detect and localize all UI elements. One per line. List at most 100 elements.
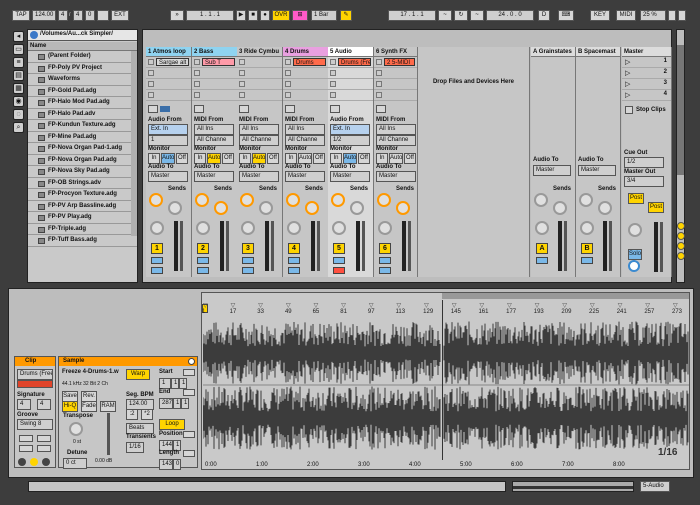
metronome-button[interactable] <box>97 10 109 21</box>
clip-slot[interactable] <box>374 79 417 90</box>
clip-stop-button[interactable] <box>285 92 291 98</box>
clip-stop-button[interactable] <box>148 59 154 65</box>
clip-slot[interactable] <box>146 90 191 101</box>
clip-stop-button[interactable] <box>330 59 336 65</box>
return-send-a-knob[interactable] <box>534 193 548 207</box>
punch-in-icon[interactable]: ~ <box>438 10 452 21</box>
scene-launch-icon[interactable]: ▷ <box>625 80 630 88</box>
monitor-auto-button[interactable]: Auto <box>161 153 175 164</box>
input-type-select[interactable]: All Ins <box>376 124 416 135</box>
input-type-select[interactable]: Ext. In <box>330 124 370 135</box>
clip-slot[interactable]: Drums <box>283 57 328 68</box>
send-a-knob[interactable] <box>195 193 209 207</box>
arm-button[interactable] <box>333 267 345 274</box>
midi-map-button[interactable]: MIDI <box>616 10 636 21</box>
browser-item[interactable]: FP-Nova Organ Pad.adg <box>28 155 137 166</box>
overdub-button[interactable]: OVR <box>272 10 290 21</box>
input-channel-select[interactable]: All Channe <box>376 135 416 146</box>
clip-stop-button[interactable] <box>194 70 200 76</box>
monitor-in-button[interactable]: In <box>239 153 251 164</box>
track-activator-button[interactable]: 1 <box>151 243 163 254</box>
track-header[interactable]: 1 Atmos loop <box>146 47 191 57</box>
hiq-button[interactable]: Hi-Q <box>62 401 78 412</box>
output-select[interactable]: Master <box>285 171 325 182</box>
clip-slot[interactable] <box>283 68 328 79</box>
loop-button[interactable]: Loop <box>159 419 185 430</box>
volume-fader[interactable] <box>311 221 315 271</box>
return-track-header[interactable]: A Grainstates <box>531 47 575 57</box>
output-select[interactable]: Master <box>148 171 188 182</box>
input-channel-select[interactable]: All Channe <box>285 135 325 146</box>
ext-sync-button[interactable]: EXT <box>111 10 129 21</box>
browser-column-header[interactable]: Name <box>28 42 137 51</box>
output-select[interactable]: Master <box>239 171 279 182</box>
track-stop-button[interactable] <box>376 105 386 113</box>
monitor-auto-button[interactable]: Auto <box>298 153 312 164</box>
pan-knob[interactable] <box>332 221 346 235</box>
monitor-auto-button[interactable]: Auto <box>389 153 403 164</box>
clip-slot[interactable] <box>328 68 373 79</box>
return-track-header[interactable]: B Spacemast <box>576 47 620 57</box>
time-sig-denominator[interactable]: 4 <box>73 10 83 21</box>
clip-slot[interactable] <box>237 57 282 68</box>
warp-button[interactable]: Warp <box>126 369 150 380</box>
loop-brace[interactable] <box>442 293 689 299</box>
clip-slot[interactable] <box>237 68 282 79</box>
clip-slot[interactable] <box>192 68 237 79</box>
clip[interactable]: Sargae alt <box>156 58 189 66</box>
clip-nudge-back[interactable] <box>19 435 33 442</box>
search-icon[interactable]: ⌕ <box>13 122 24 133</box>
return-volume-fader[interactable] <box>558 221 562 271</box>
arm-button[interactable] <box>242 267 254 274</box>
return-volume-fader[interactable] <box>603 221 607 271</box>
output-select[interactable]: Master <box>330 171 370 182</box>
browser-item[interactable]: FP-PV Arp Bassline.adg <box>28 201 137 212</box>
send-a-knob[interactable] <box>377 193 391 207</box>
pan-knob[interactable] <box>241 221 255 235</box>
monitor-in-button[interactable]: In <box>194 153 206 164</box>
monitor-off-button[interactable]: Off <box>267 153 279 164</box>
track-header[interactable]: 5 Audio <box>328 47 373 57</box>
track-stop-button[interactable] <box>239 105 249 113</box>
track-activator-button[interactable]: 4 <box>288 243 300 254</box>
send-b-knob[interactable] <box>214 201 228 215</box>
return-solo-button[interactable] <box>536 257 548 264</box>
start-sixteenth[interactable]: 1 <box>179 378 187 389</box>
clip-slot[interactable]: Sargae alt <box>146 57 191 68</box>
clip-slot[interactable] <box>192 79 237 90</box>
volume-fader[interactable] <box>265 221 269 271</box>
arm-button[interactable] <box>379 267 391 274</box>
places-icon[interactable]: ▦ <box>13 83 24 94</box>
track-stop-button[interactable] <box>285 105 295 113</box>
drop-area[interactable]: Drop Files and Devices Here <box>418 47 530 277</box>
clip-slot[interactable] <box>328 79 373 90</box>
plugins-icon[interactable]: ▤ <box>13 70 24 81</box>
clip-stop-button[interactable] <box>330 70 336 76</box>
monitor-in-button[interactable]: In <box>148 153 160 164</box>
master-volume-fader[interactable] <box>654 222 658 272</box>
browser-item[interactable]: FP-Halo Mod Pad.adg <box>28 97 137 109</box>
play-icon[interactable]: ▶ <box>236 10 246 21</box>
groove-select[interactable]: Swing 8 <box>17 419 53 430</box>
loop-start-field[interactable]: 17 . 1 . 1 <box>388 10 436 21</box>
track-stop-button[interactable] <box>194 105 204 113</box>
send-b-knob[interactable] <box>168 201 182 215</box>
fade-button[interactable]: Fade <box>81 401 97 412</box>
return-send-b-knob[interactable] <box>598 201 612 215</box>
browser-item[interactable]: FP-OB Strings.adv <box>28 178 137 189</box>
clip-gain-slider[interactable] <box>107 413 110 455</box>
sample-close-icon[interactable] <box>188 358 195 365</box>
track-header[interactable]: 2 Bass <box>192 47 237 57</box>
send-a-knob[interactable] <box>149 193 163 207</box>
send-a-knob[interactable] <box>286 193 300 207</box>
devices-icon[interactable]: ≡ <box>13 57 24 68</box>
master-track-header[interactable]: Master <box>622 47 671 57</box>
clip-stop-button[interactable] <box>376 70 382 76</box>
return-output-select[interactable]: Master <box>578 165 616 176</box>
master-out-select[interactable]: 3/4 <box>624 176 664 187</box>
clip-slot[interactable]: Sub T <box>192 57 237 68</box>
tap-button[interactable]: TAP <box>12 10 30 21</box>
return-activator-button[interactable]: B <box>581 243 593 254</box>
waveform[interactable] <box>203 318 689 458</box>
clip-stop-button[interactable] <box>285 70 291 76</box>
